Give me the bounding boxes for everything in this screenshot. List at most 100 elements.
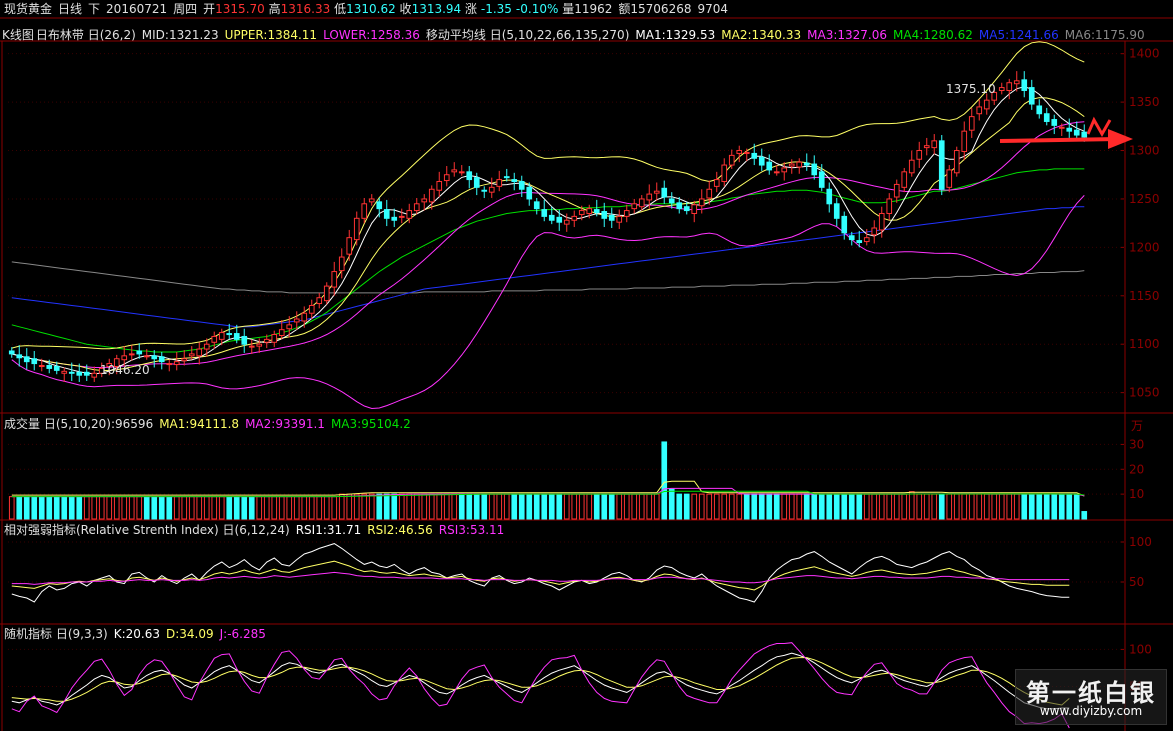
volume-bar <box>443 493 450 520</box>
volume-bar <box>143 496 150 520</box>
candle-body <box>331 271 338 288</box>
volume-bar <box>968 493 975 520</box>
candle-body <box>683 206 690 212</box>
volume-bar <box>548 493 555 520</box>
watermark-line2: www.diyizby.com <box>1039 704 1143 718</box>
candle-body <box>301 312 308 322</box>
volume-bar <box>863 493 870 520</box>
boll-lower-line <box>11 195 1085 410</box>
candle-body <box>871 227 878 236</box>
chart-canvas[interactable]: 140013501300125012001150110010501375.101… <box>0 0 1173 731</box>
volume-bar <box>61 496 68 520</box>
candle-body <box>271 334 278 343</box>
candle-body <box>211 335 218 343</box>
candle-body <box>623 210 630 217</box>
volume-bar <box>811 493 818 520</box>
candle-body <box>293 318 300 323</box>
candle-body <box>8 350 15 355</box>
candle-body <box>961 130 968 152</box>
candle-body <box>863 237 870 243</box>
volume-bar <box>796 493 803 520</box>
candle-body <box>661 187 668 198</box>
volume-bar <box>646 493 653 520</box>
volume-bar <box>8 496 15 520</box>
volume-bar <box>428 493 435 520</box>
volume-bar <box>998 493 1005 520</box>
volume-bar <box>23 496 30 520</box>
volume-bar <box>106 496 113 520</box>
candle-body <box>563 219 570 225</box>
volume-bar <box>1028 493 1035 520</box>
volume-bar <box>151 496 158 520</box>
candle-body <box>248 345 255 348</box>
volume-bar <box>803 493 810 520</box>
rsi-line-rsi1 <box>11 543 1070 603</box>
candle-body <box>511 179 518 183</box>
volume-bar <box>556 493 563 520</box>
candle-body <box>61 370 68 374</box>
volume-bar <box>758 493 765 520</box>
volume-bar <box>923 493 930 520</box>
candle-body <box>631 203 638 210</box>
kdj-line-d <box>11 657 1070 706</box>
volume-bar <box>751 493 758 520</box>
candle-body <box>923 145 930 149</box>
volume-bar <box>398 493 405 520</box>
candle-body <box>826 188 833 205</box>
volume-bar <box>818 493 825 520</box>
volume-bar <box>158 496 165 520</box>
volume-bar <box>308 496 315 520</box>
volume-bar <box>1073 493 1080 520</box>
volume-bar <box>848 493 855 520</box>
volume-y-label: 10 <box>1129 487 1144 501</box>
candle-body <box>518 181 525 190</box>
candle-body <box>136 350 143 355</box>
volume-bar <box>1051 493 1058 520</box>
candle-body <box>533 201 540 210</box>
main-y-label: 1200 <box>1129 240 1160 254</box>
main-y-label: 1250 <box>1129 192 1160 206</box>
candle-body <box>1066 127 1073 132</box>
volume-bar <box>668 488 675 520</box>
volume-bar <box>623 493 630 520</box>
volume-bar <box>1006 493 1013 520</box>
volume-bar <box>706 493 713 520</box>
main-y-label: 1100 <box>1129 337 1160 351</box>
candle-body <box>31 358 38 365</box>
volume-bar <box>541 493 548 520</box>
volume-bar <box>496 493 503 520</box>
candle-body <box>788 163 795 167</box>
kdj-line-j <box>11 642 1070 729</box>
candle-body <box>833 203 840 219</box>
candle-body <box>1058 126 1065 129</box>
candle-body <box>188 353 195 357</box>
candle-body <box>503 176 510 179</box>
candle-body <box>593 209 600 214</box>
volume-bar <box>593 493 600 520</box>
candle-body <box>121 355 128 361</box>
candle-body <box>601 211 608 219</box>
volume-bar <box>361 493 368 520</box>
kdj-line-k <box>11 652 1070 710</box>
volume-bar <box>203 496 210 520</box>
trend-arrow-zigzag <box>1086 116 1112 138</box>
volume-bar <box>856 493 863 520</box>
volume-bar <box>1013 493 1020 520</box>
volume-bar <box>586 493 593 520</box>
volume-bar <box>248 496 255 520</box>
volume-bar <box>661 441 668 520</box>
volume-bar <box>421 493 428 520</box>
volume-bar <box>353 493 360 520</box>
volume-bar <box>91 496 98 520</box>
candle-body <box>751 152 758 159</box>
volume-bar <box>128 496 135 520</box>
candle-body <box>803 162 810 166</box>
volume-bar <box>98 496 105 520</box>
candle-body <box>728 154 735 166</box>
candle-body <box>743 151 750 154</box>
candle-body <box>1073 129 1080 136</box>
ma2-line <box>11 97 1085 371</box>
volume-bar <box>136 496 143 520</box>
candle-body <box>931 140 938 149</box>
watermark-line1: 第一纸白银 <box>1026 678 1156 707</box>
